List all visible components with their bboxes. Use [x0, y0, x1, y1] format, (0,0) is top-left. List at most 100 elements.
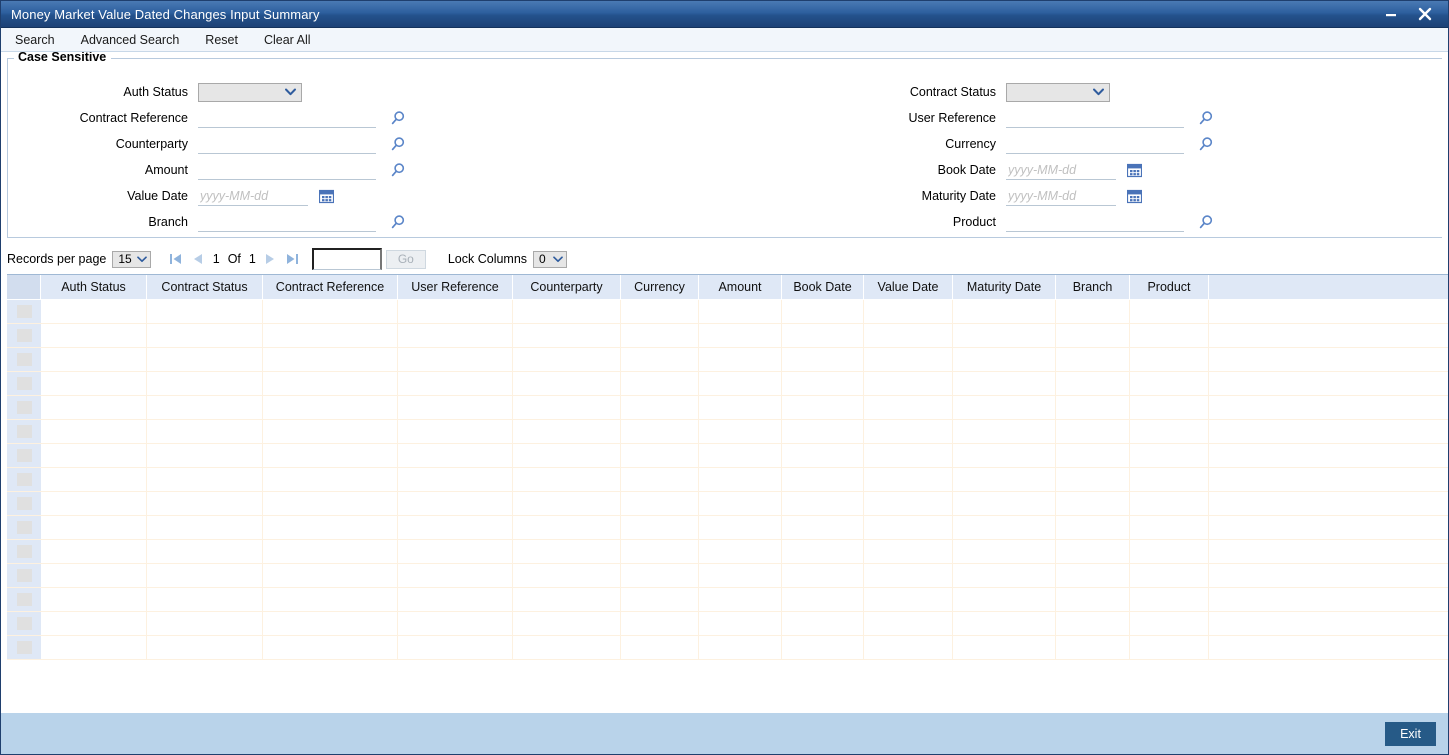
grid-header-branch[interactable]: Branch [1056, 275, 1130, 299]
contract-reference-input[interactable] [198, 108, 376, 128]
table-row[interactable] [7, 636, 1448, 660]
row-select-checkbox[interactable] [7, 468, 41, 491]
table-row[interactable] [7, 588, 1448, 612]
grid-header-counterparty[interactable]: Counterparty [513, 275, 621, 299]
table-row[interactable] [7, 444, 1448, 468]
table-row[interactable] [7, 468, 1448, 492]
branch-input[interactable] [198, 212, 376, 232]
table-cell [953, 372, 1056, 395]
row-select-checkbox[interactable] [7, 612, 41, 635]
table-cell [513, 396, 621, 419]
row-select-checkbox[interactable] [7, 492, 41, 515]
close-icon[interactable] [1416, 5, 1434, 23]
menu-item-clear-all[interactable]: Clear All [264, 33, 311, 47]
row-select-checkbox[interactable] [7, 372, 41, 395]
table-row[interactable] [7, 516, 1448, 540]
user-reference-search-icon[interactable] [1196, 108, 1216, 128]
grid-header-product[interactable]: Product [1130, 275, 1209, 299]
contract-status-select[interactable] [1006, 82, 1110, 102]
row-select-checkbox[interactable] [7, 444, 41, 467]
table-cell [864, 588, 953, 611]
table-cell [782, 540, 864, 563]
minimize-icon[interactable] [1382, 5, 1400, 23]
last-page-icon[interactable] [282, 250, 304, 268]
branch-search-icon[interactable] [388, 212, 408, 232]
table-row[interactable] [7, 612, 1448, 636]
grid-header-auth-status[interactable]: Auth Status [41, 275, 147, 299]
grid-header-contract-status[interactable]: Contract Status [147, 275, 263, 299]
goto-page-input[interactable] [311, 248, 382, 270]
table-cell-filler [1209, 372, 1448, 395]
field-row-value-date: Value Date [8, 183, 528, 209]
menu-item-advanced-search[interactable]: Advanced Search [81, 33, 180, 47]
amount-input[interactable] [198, 160, 376, 180]
auth-status-select[interactable] [198, 82, 302, 102]
menu-item-reset[interactable]: Reset [205, 33, 238, 47]
book-date-calendar-icon[interactable] [1124, 160, 1144, 180]
row-select-checkbox[interactable] [7, 588, 41, 611]
row-select-checkbox[interactable] [7, 636, 41, 659]
table-cell [513, 588, 621, 611]
table-cell [398, 612, 513, 635]
grid-header-maturity-date[interactable]: Maturity Date [953, 275, 1056, 299]
checkbox-icon [16, 353, 32, 366]
grid-header-book-date[interactable]: Book Date [782, 275, 864, 299]
row-select-checkbox[interactable] [7, 396, 41, 419]
currency-input[interactable] [1006, 134, 1184, 154]
first-page-icon[interactable] [165, 250, 187, 268]
table-row[interactable] [7, 420, 1448, 444]
grid-pagination-toolbar: Records per page 15 1 Of 1 Go Lock Colum… [7, 248, 1448, 270]
table-row[interactable] [7, 348, 1448, 372]
table-cell [699, 516, 782, 539]
table-cell [782, 492, 864, 515]
next-page-icon[interactable] [260, 250, 282, 268]
table-row[interactable] [7, 372, 1448, 396]
product-search-icon[interactable] [1196, 212, 1216, 232]
row-select-checkbox[interactable] [7, 516, 41, 539]
previous-page-icon[interactable] [187, 250, 209, 268]
grid-header-contract-reference[interactable]: Contract Reference [263, 275, 398, 299]
grid-header-user-reference[interactable]: User Reference [398, 275, 513, 299]
grid-header-currency[interactable]: Currency [621, 275, 699, 299]
table-row[interactable] [7, 324, 1448, 348]
table-row[interactable] [7, 300, 1448, 324]
table-cell [1130, 420, 1209, 443]
search-fields-right-column: Contract Status User Reference Currency … [888, 79, 1228, 235]
table-row[interactable] [7, 396, 1448, 420]
row-select-checkbox[interactable] [7, 564, 41, 587]
row-select-checkbox[interactable] [7, 420, 41, 443]
exit-button[interactable]: Exit [1385, 721, 1436, 746]
row-select-checkbox[interactable] [7, 300, 41, 323]
chevron-down-icon [136, 255, 147, 262]
counterparty-search-icon[interactable] [388, 134, 408, 154]
table-cell [782, 588, 864, 611]
user-reference-input[interactable] [1006, 108, 1184, 128]
row-select-checkbox[interactable] [7, 348, 41, 371]
records-per-page-select[interactable]: 15 [112, 250, 151, 268]
table-row[interactable] [7, 564, 1448, 588]
value-date-calendar-icon[interactable] [316, 186, 336, 206]
grid-header-select-all[interactable] [7, 275, 41, 299]
amount-search-icon[interactable] [388, 160, 408, 180]
row-select-checkbox[interactable] [7, 540, 41, 563]
label-user-reference: User Reference [908, 111, 996, 125]
value-date-input[interactable] [198, 186, 308, 206]
table-row[interactable] [7, 492, 1448, 516]
grid-header-value-date[interactable]: Value Date [864, 275, 953, 299]
maturity-date-calendar-icon[interactable] [1124, 186, 1144, 206]
product-input[interactable] [1006, 212, 1184, 232]
table-cell [263, 636, 398, 659]
lock-columns-select[interactable]: 0 [533, 250, 568, 268]
maturity-date-input[interactable] [1006, 186, 1116, 206]
contract-reference-search-icon[interactable] [388, 108, 408, 128]
counterparty-input[interactable] [198, 134, 376, 154]
book-date-input[interactable] [1006, 160, 1116, 180]
row-select-checkbox[interactable] [7, 324, 41, 347]
table-cell [263, 420, 398, 443]
application-window: Money Market Value Dated Changes Input S… [0, 0, 1449, 755]
currency-search-icon[interactable] [1196, 134, 1216, 154]
go-button[interactable]: Go [385, 249, 426, 269]
menu-item-search[interactable]: Search [15, 33, 55, 47]
grid-header-amount[interactable]: Amount [699, 275, 782, 299]
table-row[interactable] [7, 540, 1448, 564]
